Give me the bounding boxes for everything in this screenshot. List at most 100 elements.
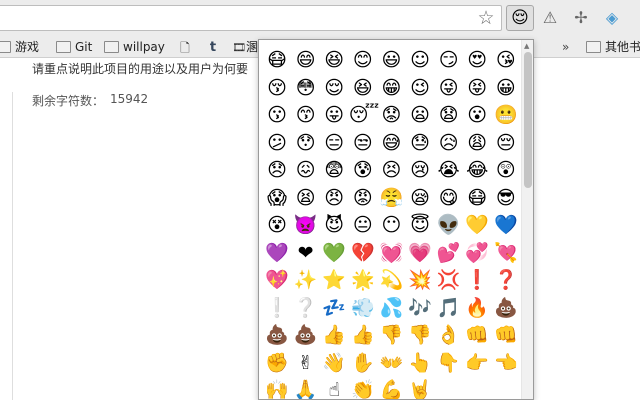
emoji-item[interactable]: 😜 [435,74,463,102]
emoji-item[interactable]: 😎 [492,184,520,212]
scroll-up-arrow-icon[interactable]: ▲ [524,42,529,50]
emoji-item[interactable]: 👍 [349,321,377,349]
emoji-item[interactable]: 😟 [377,101,405,129]
emoji-item[interactable]: 💩 [292,321,320,349]
emoji-item[interactable]: 😧 [435,101,463,129]
emoji-item[interactable]: 😶 [377,211,405,239]
emoji-item[interactable]: 😈 [320,211,348,239]
emoji-item[interactable]: 💙 [492,211,520,239]
emoji-item[interactable]: 🔥 [463,294,491,322]
scrollbar-thumb[interactable] [524,52,532,188]
emoji-item[interactable]: 😌 [320,74,348,102]
emoji-scrollbar[interactable]: ▲ [521,40,533,399]
emoji-item[interactable]: ❓ [492,266,520,294]
emoji-item[interactable]: 👽 [435,211,463,239]
emoji-item[interactable]: 💔 [349,239,377,267]
emoji-item[interactable]: 😊 [349,46,377,74]
emoji-item[interactable]: 💩 [492,294,520,322]
emoji-item[interactable]: 👉 [463,349,491,377]
emoji-item[interactable]: 👊 [492,321,520,349]
emoji-item[interactable]: 😳 [292,74,320,102]
bookmark-document[interactable]: 🗋 [178,36,192,58]
emoji-item[interactable]: 😒 [349,129,377,157]
emoji-item[interactable]: 😪 [406,184,434,212]
emoji-item[interactable]: 🎶 [406,294,434,322]
emoji-item[interactable]: 💨 [349,294,377,322]
emoji-item[interactable]: 😍 [463,46,491,74]
emoji-extension-button[interactable]: 😌 [506,5,534,31]
emoji-item[interactable]: 👌 [435,321,463,349]
emoji-item[interactable]: 👋 [320,349,348,377]
emoji-item[interactable]: ❤ [292,239,320,267]
emoji-item[interactable]: 😷 [263,46,291,74]
emoji-item[interactable]: ✋ [349,349,377,377]
emoji-item[interactable]: 😴 [349,101,379,129]
emoji-item[interactable]: ☺ [406,46,434,74]
emoji-item[interactable]: 👎 [406,321,434,349]
emoji-item[interactable]: 💢 [435,266,463,294]
emoji-item[interactable]: 😷 [463,184,491,212]
emoji-item[interactable]: 💗 [406,239,434,267]
emoji-item[interactable]: 😉 [406,74,434,102]
emoji-item[interactable]: 😗 [263,101,291,129]
emoji-item[interactable]: 😏 [435,46,463,74]
emoji-item[interactable]: 😠 [320,184,348,212]
emoji-item[interactable]: ✨ [292,266,320,294]
emoji-item[interactable]: 😬 [492,101,520,129]
diamond-extension-icon[interactable]: ◈ [602,8,622,28]
bookmarks-overflow-chevron[interactable]: » [562,36,569,58]
emoji-item[interactable]: 💕 [435,239,463,267]
emoji-item[interactable]: 💖 [263,266,291,294]
emoji-item[interactable]: ⭐ [320,266,348,294]
emoji-item[interactable]: 😆 [320,46,348,74]
emoji-item[interactable]: 😣 [377,156,405,184]
emoji-item[interactable]: 😱 [263,184,291,212]
emoji-item[interactable]: 😃 [377,46,405,74]
emoji-item[interactable]: 😤 [377,184,405,212]
emoji-item[interactable]: 👈 [492,349,520,377]
emoji-item[interactable]: 🙌 [263,376,291,399]
emoji-item[interactable]: 😦 [406,101,434,129]
bookmark-folder-games[interactable]: 游戏 [0,36,39,58]
emoji-item[interactable]: 😛 [320,101,348,129]
emoji-item[interactable]: 😄 [292,46,320,74]
emoji-item[interactable]: 👇 [435,349,463,377]
emoji-item[interactable]: 💫 [377,266,405,294]
emoji-item[interactable]: 😐 [349,211,377,239]
emoji-item[interactable]: 😂 [463,156,491,184]
emoji-item[interactable]: 👆 [406,349,434,377]
bookmark-other-folder[interactable]: 其他书 [586,36,640,58]
emoji-item[interactable]: 😯 [292,129,320,157]
emoji-item[interactable]: ☝ [320,376,348,399]
warning-extension-icon[interactable]: ⚠ [540,8,560,28]
emoji-item[interactable]: 😖 [292,156,320,184]
emoji-item[interactable]: 😕 [263,129,291,157]
emoji-item[interactable]: 😰 [349,156,377,184]
emoji-item[interactable]: 💞 [463,239,491,267]
emoji-item[interactable]: 😅 [377,129,405,157]
emoji-item[interactable]: 💥 [406,266,434,294]
emoji-item[interactable]: ❕ [263,294,291,322]
emoji-item[interactable]: 😚 [263,74,291,102]
emoji-item[interactable]: 💤 [320,294,348,322]
emoji-item[interactable]: 😢 [406,156,434,184]
emoji-item[interactable]: 😩 [463,129,491,157]
address-bar[interactable] [0,5,502,31]
bookmark-folder-willpay[interactable]: willpay [104,36,165,58]
emoji-item[interactable]: ✌ [292,349,320,377]
emoji-item[interactable]: 😘 [492,46,520,74]
bookmark-folder-git[interactable]: Git [56,36,92,58]
emoji-item[interactable]: 👏 [349,376,377,399]
emoji-item[interactable]: 😇 [406,211,434,239]
emoji-item[interactable]: 😫 [292,184,320,212]
emoji-item[interactable]: 💩 [263,321,291,349]
emoji-item[interactable]: 😭 [435,156,463,184]
emoji-item[interactable]: 🤘 [406,376,434,399]
network-extension-icon[interactable]: ✢ [571,8,591,28]
emoji-item[interactable]: 😲 [492,156,520,184]
emoji-item[interactable]: 💚 [320,239,348,267]
emoji-item[interactable]: ❔ [292,294,320,322]
bookmark-tumblr[interactable]: t [206,36,220,58]
emoji-item[interactable]: 👐 [377,349,405,377]
emoji-item[interactable]: 🙏 [292,376,320,399]
